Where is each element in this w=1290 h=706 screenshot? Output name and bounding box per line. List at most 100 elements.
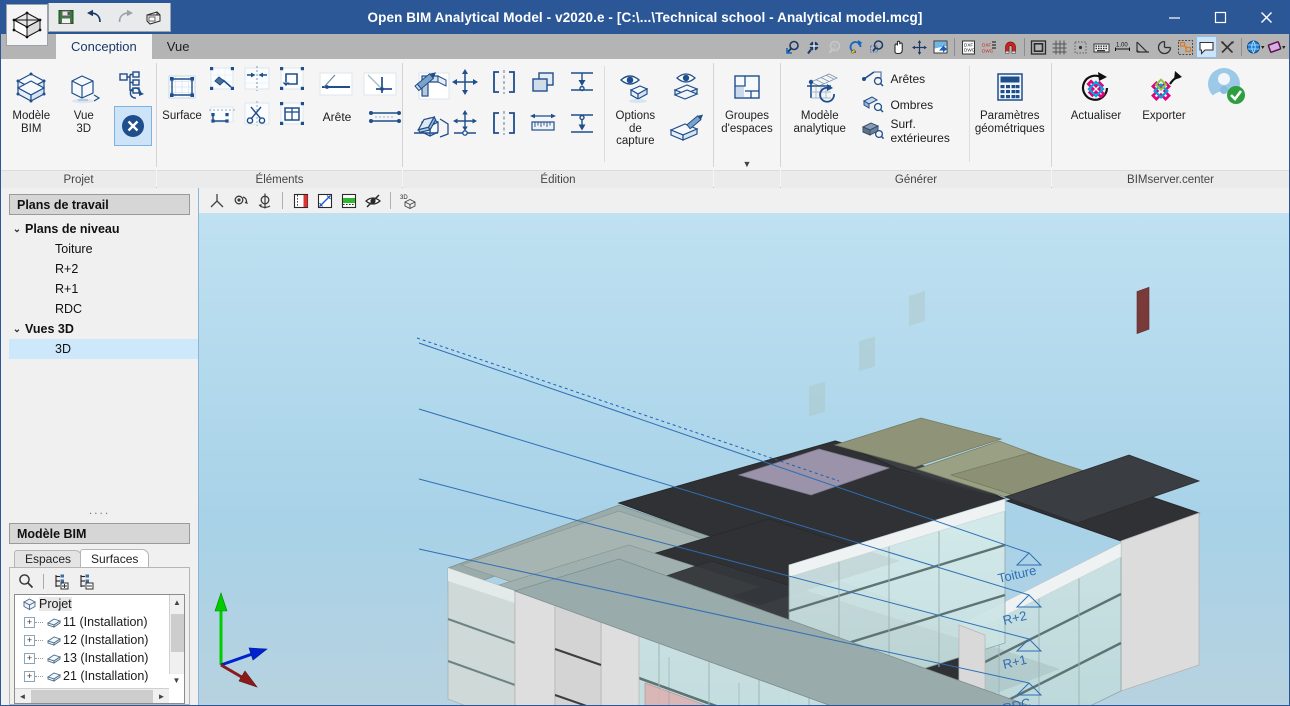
user-account-connected-icon[interactable] [1204,64,1248,111]
tree-node-toiture[interactable]: Toiture [9,239,198,259]
chevron-down-icon[interactable]: ⌄ [9,324,25,335]
redo-icon[interactable] [114,7,134,27]
surface-rotate-icon[interactable] [275,62,309,96]
visibility-layers-icon[interactable] [663,66,709,108]
selection-icon[interactable] [1175,36,1196,58]
dxf-dwg-layers-icon[interactable]: DXF DWG [979,36,1000,58]
tab-conception[interactable]: Conception [56,34,152,59]
ribbon-button-parametres-geometriques[interactable]: Paramètres géométriques [972,62,1047,136]
list-item[interactable]: + 22 (Installation) [15,685,184,688]
list-item[interactable]: + 21 (Installation) [15,667,184,685]
view-3d-mode-icon[interactable]: 3D [397,190,420,211]
expand-tree-icon[interactable] [50,571,72,591]
ribbon-button-vue-3d[interactable]: Vue 3D [58,62,111,136]
section-green-icon[interactable] [337,190,360,211]
tree-node-r1[interactable]: R+1 [9,279,198,299]
ribbon-button-modele-bim[interactable]: Modèle BIM [5,62,58,136]
mirror-icon[interactable] [485,62,523,102]
h-scroll-thumb[interactable] [31,689,153,703]
undo-icon[interactable] [85,7,105,27]
minimize-button[interactable] [1151,1,1197,34]
align-vertical-icon[interactable] [563,62,601,102]
help-book-icon[interactable] [1266,36,1287,58]
align-bottom-icon[interactable] [563,103,601,143]
tree-node-vues-3d[interactable]: ⌄ Vues 3D [9,319,198,339]
scroll-thumb[interactable] [170,614,184,652]
comment-icon[interactable] [1196,36,1217,58]
expand-icon[interactable]: + [24,634,35,646]
edge-corner-icon[interactable] [359,66,401,102]
expand-icon[interactable]: + [24,652,35,664]
surface-cut-icon[interactable] [240,97,274,131]
snap-magnet-icon[interactable] [1000,36,1021,58]
refresh-view-icon[interactable] [846,36,867,58]
edge-line-icon[interactable] [363,105,407,129]
measure-icon[interactable] [524,103,562,143]
ribbon-button-surf-exterieures[interactable]: Surf. extérieures [858,117,965,145]
structure-tree-icon[interactable] [114,66,152,106]
tools-icon[interactable] [1217,36,1238,58]
reference-point-icon[interactable] [1070,36,1091,58]
ribbon-group-dropdown[interactable]: ▼ [714,159,780,169]
print-icon[interactable] [143,7,163,27]
surfaces-tree-listbox[interactable]: Projet + 11 (Installation) + 12 (Install… [14,594,185,704]
scroll-right-button[interactable]: ► [154,689,169,703]
expand-icon[interactable]: + [24,616,35,628]
surface-extend-icon[interactable] [205,97,239,131]
tree-node-3d[interactable]: 3D [9,339,198,359]
pencil-icon[interactable] [407,62,445,102]
ribbon-button-groupes-espaces[interactable]: Groupes d'espaces [718,62,776,136]
axes-icon[interactable] [205,190,228,211]
ribbon-button-aretes[interactable]: Arêtes [858,66,965,92]
vertical-scrollbar[interactable]: ▲ [169,595,184,674]
zoom-extents-icon[interactable] [804,36,825,58]
collapse-tree-icon[interactable] [75,571,97,591]
building-3d-scene[interactable]: Toiture R+2 R+1 RDC [199,213,1289,705]
chevron-down-icon[interactable]: ⌄ [9,224,25,235]
angle-icon[interactable] [1133,36,1154,58]
list-item[interactable]: + 11 (Installation) [15,613,184,631]
grid-icon[interactable] [1049,36,1070,58]
section-red-icon[interactable] [289,190,312,211]
ribbon-button-surface[interactable]: Surface [161,62,203,124]
fit-view-icon[interactable] [930,36,951,58]
panel-splitter[interactable]: .... [1,503,198,517]
surface-edit-icon[interactable] [205,62,239,96]
camera-pivot-icon[interactable] [253,190,276,211]
cancel-icon[interactable] [114,106,152,146]
ribbon-button-actualiser[interactable]: Actualiser [1062,62,1130,124]
surface-join-icon[interactable] [240,62,274,96]
mirror-copy-icon[interactable] [485,103,523,143]
expand-icon[interactable]: + [24,670,35,682]
copy-icon[interactable] [524,62,562,102]
tree-node-rdc[interactable]: RDC [9,299,198,319]
dimension-icon[interactable]: 1.00 [1112,36,1133,58]
hide-eye-icon[interactable] [361,190,384,211]
ribbon-button-ombres[interactable]: Ombres [858,92,965,118]
close-button[interactable] [1243,1,1289,34]
horizontal-scrollbar[interactable]: ◄ ► [15,688,169,703]
ribbon-button-exporter[interactable]: Exporter [1130,62,1198,124]
eraser-icon[interactable] [407,103,445,143]
tree-node-r2[interactable]: R+2 [9,259,198,279]
tab-vue[interactable]: Vue [152,34,205,59]
search-icon[interactable] [15,571,37,591]
application-logo-icon[interactable] [6,4,48,46]
zoom-previous-icon[interactable] [783,36,804,58]
tab-espaces[interactable]: Espaces [14,550,83,567]
tree-node-plans-de-niveau[interactable]: ⌄ Plans de niveau [9,219,198,239]
surface-divide-icon[interactable] [275,97,309,131]
zoom-redraw-icon[interactable]: 2 [825,36,846,58]
scroll-up-button[interactable]: ▲ [170,595,185,610]
move-icon[interactable] [446,62,484,102]
ribbon-button-modele-analytique[interactable]: Modèle analytique [785,62,854,136]
pan-icon[interactable] [888,36,909,58]
section-blue-icon[interactable] [313,190,336,211]
arc-icon[interactable] [1154,36,1175,58]
list-item[interactable]: + 13 (Installation) [15,649,184,667]
tree-row-projet[interactable]: Projet [15,595,184,613]
tab-surfaces[interactable]: Surfaces [80,549,150,567]
frame-icon[interactable] [1028,36,1049,58]
scroll-down-button[interactable]: ▼ [169,673,184,688]
dxf-dwg-import-icon[interactable]: DXF DWG [958,36,979,58]
